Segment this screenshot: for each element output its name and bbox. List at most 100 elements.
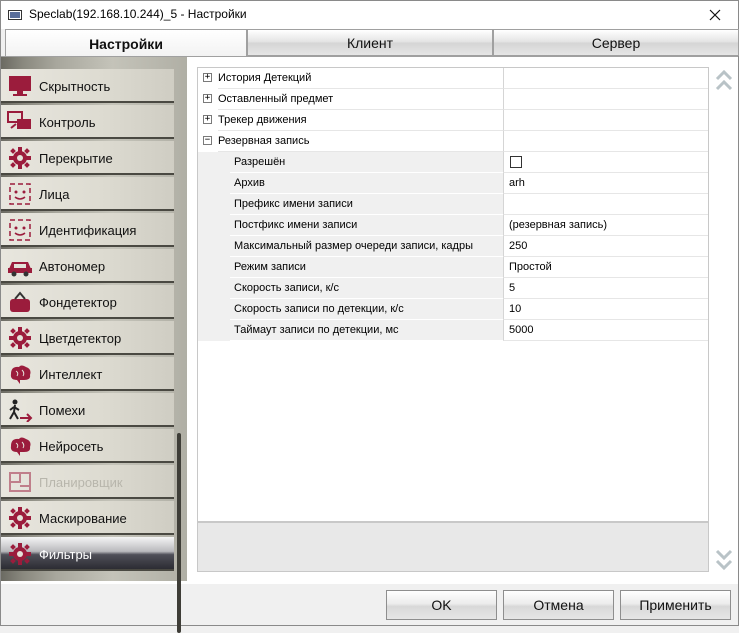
- sidebar-item: Планировщик: [1, 465, 174, 499]
- grid-gutter: [198, 278, 215, 299]
- grid-indent: [215, 257, 230, 278]
- grid-category-value: [503, 131, 708, 152]
- grid-category-label: Оставленный предмет: [218, 89, 503, 110]
- sidebar-item[interactable]: Маскирование: [1, 501, 174, 535]
- grid-property-row[interactable]: Скорость записи, к/с 5: [198, 278, 708, 299]
- collapse-icon[interactable]: −: [203, 136, 212, 145]
- grid-property-value[interactable]: (резервная запись): [503, 215, 708, 236]
- sidebar-item-label: Интеллект: [39, 367, 103, 382]
- grid-property-row[interactable]: Постфикс имени записи (резервная запись): [198, 215, 708, 236]
- sidebar-item[interactable]: Идентификация: [1, 213, 174, 247]
- grid-property-row[interactable]: Скорость записи по детекции, к/с 10: [198, 299, 708, 320]
- grid-property-row[interactable]: Таймаут записи по детекции, мс 5000: [198, 320, 708, 341]
- brain-icon: [10, 437, 31, 456]
- grid-property-row[interactable]: Архив arh: [198, 173, 708, 194]
- sidebar-item-label: Помехи: [39, 403, 86, 418]
- grid-property-value[interactable]: 250: [503, 236, 708, 257]
- grid-property-value[interactable]: [503, 194, 708, 215]
- grid-indent: [215, 152, 230, 173]
- close-button[interactable]: [692, 1, 738, 29]
- sidebar-item-label: Маскирование: [39, 511, 127, 526]
- ok-button[interactable]: OK: [386, 590, 497, 620]
- sidebar-item-label: Идентификация: [39, 223, 137, 238]
- scroll-up-icon[interactable]: [714, 67, 734, 95]
- grid-property-row[interactable]: Разрешён: [198, 152, 708, 173]
- title-bar: Speclab(192.168.10.244)_5 - Настройки: [1, 1, 738, 29]
- grid-gutter: [198, 320, 215, 341]
- tab-server[interactable]: Сервер: [493, 29, 739, 56]
- property-description-panel: [197, 522, 709, 572]
- close-icon: [709, 9, 721, 21]
- grid-category-row[interactable]: + Трекер движения: [198, 110, 708, 131]
- sidebar-item[interactable]: Помехи: [1, 393, 174, 427]
- sidebar-item[interactable]: Лица: [1, 177, 174, 211]
- face-id-icon: [9, 219, 31, 241]
- apply-button[interactable]: Применить: [620, 590, 731, 620]
- sidebar-item[interactable]: Фильтры: [1, 537, 174, 571]
- grid-category-row[interactable]: + История Детекций: [198, 68, 708, 89]
- sidebar-item[interactable]: Перекрытие: [1, 141, 174, 175]
- sidebar-item[interactable]: Интеллект: [1, 357, 174, 391]
- sidebar-item[interactable]: Нейросеть: [1, 429, 174, 463]
- grid-indent: [215, 236, 230, 257]
- grid-property-label: Максимальный размер очереди записи, кадр…: [230, 236, 503, 257]
- property-grid: + История Детекций + Оставленный предмет + Тр…: [197, 67, 709, 522]
- grid-gutter: [198, 173, 215, 194]
- grid-property-value[interactable]: 5000: [503, 320, 708, 341]
- gear-icon: [9, 507, 31, 529]
- tab-settings[interactable]: Настройки: [5, 29, 247, 57]
- grid-indent: [215, 278, 230, 299]
- grid-indent: [215, 173, 230, 194]
- grid-property-value[interactable]: Простой: [503, 257, 708, 278]
- face-icon: [9, 183, 31, 205]
- window-title: Speclab(192.168.10.244)_5 - Настройки: [29, 7, 247, 21]
- grid-gutter: [198, 194, 215, 215]
- grid-property-label: Скорость записи по детекции, к/с: [230, 299, 503, 320]
- monitors-icon: [7, 111, 31, 129]
- sidebar-item[interactable]: Фондетектор: [1, 285, 174, 319]
- sidebar-item[interactable]: Контроль: [1, 105, 174, 139]
- sidebar-item[interactable]: Скрытность: [1, 69, 174, 103]
- grid-property-row[interactable]: Максимальный размер очереди записи, кадр…: [198, 236, 708, 257]
- scroll-down-icon[interactable]: [714, 545, 734, 573]
- expand-icon[interactable]: +: [203, 115, 212, 124]
- grid-property-row[interactable]: Префикс имени записи: [198, 194, 708, 215]
- grid-property-value[interactable]: arh: [503, 173, 708, 194]
- enabled-checkbox[interactable]: [510, 156, 522, 168]
- grid-indent: [215, 194, 230, 215]
- sidebar: Скрытность Контроль Перекрытие Лица Идентифи…: [1, 57, 187, 633]
- expand-icon[interactable]: +: [203, 94, 212, 103]
- grid-property-label: Разрешён: [230, 152, 503, 173]
- grid-property-value[interactable]: 10: [503, 299, 708, 320]
- grid-category-label: Трекер движения: [218, 110, 503, 131]
- grid-property-value[interactable]: 5: [503, 278, 708, 299]
- grid-property-label: Постфикс имени записи: [230, 215, 503, 236]
- grid-category-row[interactable]: − Резервная запись: [198, 131, 708, 152]
- monitor-icon: [9, 76, 31, 96]
- grid-gutter: [198, 299, 215, 320]
- plan-icon: [9, 472, 31, 492]
- enabled-checkbox-cell[interactable]: [503, 152, 708, 173]
- sidebar-item-label: Перекрытие: [39, 151, 113, 166]
- gear-icon: [9, 147, 31, 169]
- sidebar-item-label: Нейросеть: [39, 439, 104, 454]
- grid-gutter: [198, 215, 215, 236]
- brain-icon: [10, 365, 31, 384]
- grid-property-label: Префикс имени записи: [230, 194, 503, 215]
- sidebar-item[interactable]: Цветдетектор: [1, 321, 174, 355]
- cancel-button[interactable]: Отмена: [503, 590, 614, 620]
- grid-category-value: [503, 68, 708, 89]
- expand-icon[interactable]: +: [203, 73, 212, 82]
- sidebar-item[interactable]: Автономер: [1, 249, 174, 283]
- grid-category-row[interactable]: + Оставленный предмет: [198, 89, 708, 110]
- app-icon: [8, 10, 22, 20]
- sidebar-scrollbar[interactable]: [177, 433, 181, 633]
- car-icon: [8, 262, 32, 277]
- sidebar-item-label: Цветдетектор: [39, 331, 122, 346]
- tab-client[interactable]: Клиент: [247, 29, 493, 56]
- grid-category-label: Резервная запись: [218, 131, 503, 152]
- sidebar-item-label: Лица: [39, 187, 70, 202]
- grid-category-value: [503, 89, 708, 110]
- grid-gutter: [198, 152, 215, 173]
- grid-property-row[interactable]: Режим записи Простой: [198, 257, 708, 278]
